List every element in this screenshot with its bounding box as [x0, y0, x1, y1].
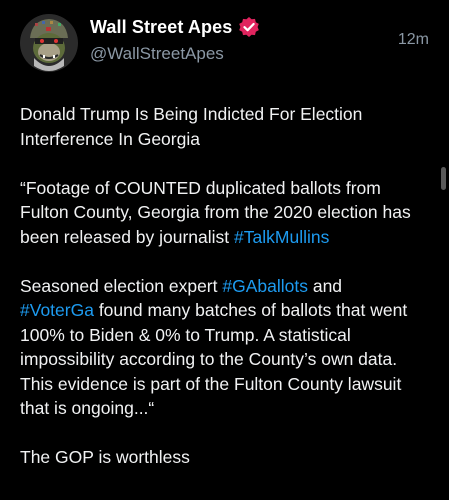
tweet-header: Wall Street Apes @WallStreetApes	[20, 12, 433, 72]
display-name[interactable]: Wall Street Apes	[90, 17, 232, 38]
tweet-body: Donald Trump Is Being Indicted For Elect…	[20, 102, 433, 470]
expert-text-b: and	[307, 275, 343, 296]
scrollbar-thumb[interactable]	[441, 167, 446, 190]
author-names: Wall Street Apes @WallStreetApes	[90, 16, 260, 64]
tweet: Wall Street Apes @WallStreetApes 12m Don…	[0, 0, 449, 500]
author-handle[interactable]: @WallStreetApes	[90, 44, 260, 64]
timestamp[interactable]: 12m	[398, 31, 429, 49]
paragraph-closing: The GOP is worthless	[20, 447, 190, 467]
verified-badge-icon	[238, 16, 260, 38]
ape-avatar-icon	[20, 14, 78, 72]
quote-text: “Footage of COUNTED duplicated ballots f…	[20, 177, 411, 247]
paragraph-expert: Seasoned election expert #GAballots and …	[20, 274, 419, 421]
avatar[interactable]	[20, 14, 78, 72]
expert-text-a: Seasoned election expert	[20, 275, 223, 296]
display-name-row: Wall Street Apes	[90, 16, 260, 38]
paragraph-quote: “Footage of COUNTED duplicated ballots f…	[20, 176, 419, 250]
hashtag-gaballots[interactable]: #GAballots	[222, 276, 308, 296]
hashtag-talkmullins[interactable]: #TalkMullins	[234, 227, 329, 247]
hashtag-voterga[interactable]: #VoterGa	[20, 300, 94, 320]
paragraph-headline: Donald Trump Is Being Indicted For Elect…	[20, 104, 363, 149]
